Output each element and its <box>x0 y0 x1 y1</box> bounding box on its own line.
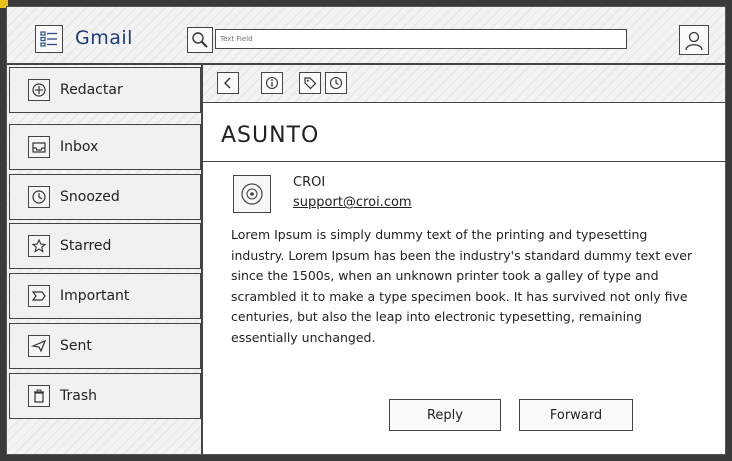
sender-email-link[interactable]: support@croi.com <box>293 195 412 210</box>
sidebar-item-starred[interactable]: Starred <box>9 223 201 269</box>
sidebar-item-redactar[interactable]: Redactar <box>9 67 201 113</box>
compose-icon <box>28 79 50 101</box>
star-icon <box>28 235 50 257</box>
app-title: Gmail <box>75 27 133 49</box>
sidebar-item-important[interactable]: Important <box>9 273 201 319</box>
info-icon[interactable] <box>261 72 283 94</box>
send-icon <box>28 335 50 357</box>
sidebar-item-label: Important <box>60 288 130 304</box>
list-icon[interactable] <box>35 25 63 53</box>
sidebar-item-sent[interactable]: Sent <box>9 323 201 369</box>
reply-button[interactable]: Reply <box>389 399 501 431</box>
message-body: Lorem Ipsum is simply dummy text of the … <box>231 227 693 345</box>
subject-divider <box>203 161 725 162</box>
clock-icon[interactable] <box>325 72 347 94</box>
inbox-icon <box>28 136 50 158</box>
sidebar-item-snoozed[interactable]: Snoozed <box>9 174 201 220</box>
sidebar-item-label: Snoozed <box>60 189 120 205</box>
sender-name: CROI <box>293 175 326 190</box>
message-toolbar <box>203 65 725 103</box>
sidebar: Redactar Inbox Snoozed Starred Important <box>7 65 203 454</box>
sidebar-item-label: Redactar <box>60 82 123 98</box>
tag-icon[interactable] <box>299 72 321 94</box>
sidebar-item-label: Trash <box>60 388 97 404</box>
magnifier-icon[interactable] <box>187 27 213 53</box>
back-icon[interactable] <box>217 72 239 94</box>
sidebar-item-label: Sent <box>60 338 92 354</box>
app-window: Gmail Redactar Inbox <box>6 6 726 455</box>
top-bar: Gmail <box>7 7 725 65</box>
sidebar-item-inbox[interactable]: Inbox <box>9 124 201 170</box>
sidebar-item-label: Starred <box>60 238 112 254</box>
sender-avatar-icon <box>241 183 263 205</box>
clock-icon <box>28 186 50 208</box>
message-pane: ASUNTO CROI support@croi.com Lorem Ipsum… <box>203 65 725 454</box>
trash-icon <box>28 385 50 407</box>
forward-button[interactable]: Forward <box>519 399 633 431</box>
search-input[interactable] <box>215 29 627 49</box>
sidebar-item-trash[interactable]: Trash <box>9 373 201 419</box>
sidebar-item-label: Inbox <box>60 139 99 155</box>
sender-avatar <box>233 175 271 213</box>
important-icon <box>28 285 50 307</box>
message-subject: ASUNTO <box>221 123 320 148</box>
user-avatar-icon[interactable] <box>679 25 709 55</box>
